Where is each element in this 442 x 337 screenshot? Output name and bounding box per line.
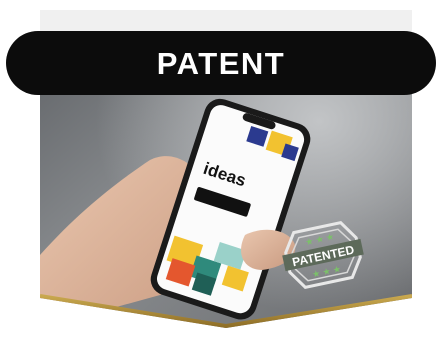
banner-title: PATENT — [156, 45, 286, 81]
frame-top-strip — [40, 10, 412, 32]
title-banner: PATENT — [6, 31, 436, 95]
patent-card: ideas PATENTED ★ ★ ★ ★ ★ ★ PATENT — [0, 0, 442, 337]
